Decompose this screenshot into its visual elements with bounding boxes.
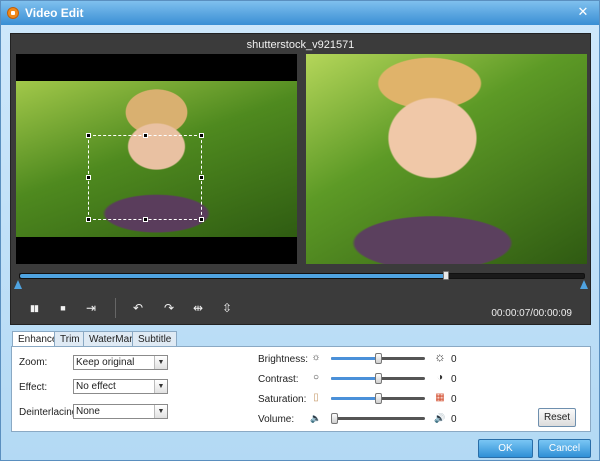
- volume-value: 0: [451, 414, 457, 425]
- output-frame: [306, 54, 587, 264]
- zoom-label: Zoom:: [19, 357, 48, 368]
- original-preview[interactable]: [16, 54, 297, 264]
- flip-horizontal-icon[interactable]: ⇹: [189, 300, 207, 316]
- contrast-slider-fill: [331, 377, 378, 380]
- tab-trim[interactable]: Trim: [54, 331, 86, 346]
- contrast-high-icon: ◑: [436, 372, 444, 383]
- contrast-low-icon: ○: [312, 372, 320, 383]
- contrast-value: 0: [451, 374, 457, 385]
- effect-select-value: No effect: [76, 381, 116, 392]
- saturation-slider-fill: [331, 397, 378, 400]
- crop-handle-top[interactable]: [143, 133, 148, 138]
- saturation-label: Saturation:: [258, 394, 307, 405]
- ok-button[interactable]: OK: [478, 439, 533, 458]
- effect-label: Effect:: [19, 382, 48, 393]
- chevron-down-icon: ▼: [154, 356, 167, 369]
- close-button[interactable]: ✕: [575, 4, 591, 20]
- contrast-label: Contrast:: [258, 374, 299, 385]
- chevron-down-icon: ▼: [154, 380, 167, 393]
- video-player: shutterstock_v921571 ▮▮ ■ ⇥ ↶ ↷ ⇹ ⇳ 00:0…: [10, 33, 591, 325]
- saturation-value: 0: [451, 394, 457, 405]
- crop-selection-box[interactable]: [86, 133, 204, 222]
- crop-handle-bottom-left[interactable]: [86, 217, 91, 222]
- title-bar[interactable]: Video Edit ✕: [1, 1, 599, 25]
- volume-slider[interactable]: [331, 413, 425, 424]
- brightness-low-icon: ☼: [311, 352, 321, 363]
- saturation-high-icon: ▦: [435, 392, 445, 403]
- saturation-slider-thumb[interactable]: [375, 393, 382, 404]
- seek-bar-thumb[interactable]: [443, 271, 449, 280]
- window-title: Video Edit: [25, 6, 84, 20]
- tab-subtitle[interactable]: Subtitle: [132, 331, 178, 346]
- trim-start-marker[interactable]: [14, 280, 22, 289]
- reset-button[interactable]: Reset: [538, 408, 576, 427]
- brightness-value: 0: [451, 354, 457, 365]
- crop-handle-left[interactable]: [86, 175, 91, 180]
- crop-handle-bottom[interactable]: [143, 217, 148, 222]
- deinterlacing-select[interactable]: None ▼: [73, 404, 168, 419]
- chevron-down-icon: ▼: [154, 405, 167, 418]
- crop-handle-top-left[interactable]: [86, 133, 91, 138]
- stop-icon[interactable]: ■: [54, 300, 72, 316]
- effect-select[interactable]: No effect ▼: [73, 379, 168, 394]
- volume-low-icon: 🔈: [310, 413, 322, 423]
- crop-icon[interactable]: ⇥: [82, 300, 100, 316]
- timecode: 00:00:07/00:00:09: [491, 308, 572, 319]
- video-filename: shutterstock_v921571: [246, 39, 355, 51]
- brightness-slider-thumb[interactable]: [375, 353, 382, 364]
- pause-icon[interactable]: ▮▮: [25, 300, 43, 316]
- brightness-label: Brightness:: [258, 354, 309, 365]
- rotate-left-icon[interactable]: ↶: [129, 300, 147, 316]
- volume-label: Volume:: [258, 414, 295, 425]
- zoom-select[interactable]: Keep original ▼: [73, 355, 168, 370]
- brightness-slider[interactable]: [331, 353, 425, 364]
- app-logo-icon: [7, 7, 19, 19]
- brightness-slider-fill: [331, 357, 378, 360]
- seek-bar-fill: [20, 274, 446, 278]
- contrast-slider[interactable]: [331, 373, 425, 384]
- crop-handle-bottom-right[interactable]: [199, 217, 204, 222]
- deinterlacing-label: Deinterlacing:: [19, 407, 81, 418]
- crop-handle-top-right[interactable]: [199, 133, 204, 138]
- volume-slider-thumb[interactable]: [331, 413, 338, 424]
- rotate-right-icon[interactable]: ↷: [160, 300, 178, 316]
- zoom-select-value: Keep original: [76, 357, 135, 368]
- deinterlacing-select-value: None: [76, 406, 100, 417]
- cancel-button[interactable]: Cancel: [538, 439, 591, 458]
- toolbar-divider: [115, 298, 116, 318]
- flip-vertical-icon[interactable]: ⇳: [218, 300, 236, 316]
- saturation-low-icon: ▯: [313, 392, 319, 403]
- saturation-slider[interactable]: [331, 393, 425, 404]
- crop-handle-right[interactable]: [199, 175, 204, 180]
- brightness-high-icon: ☼: [434, 349, 446, 364]
- contrast-slider-thumb[interactable]: [375, 373, 382, 384]
- seek-bar[interactable]: [19, 271, 585, 280]
- video-edit-window: Video Edit ✕ shutterstock_v921571 ▮▮ ■ ⇥…: [0, 0, 600, 461]
- trim-end-marker[interactable]: [580, 280, 588, 289]
- output-preview: [306, 54, 587, 264]
- volume-high-icon: 🔊: [434, 413, 446, 423]
